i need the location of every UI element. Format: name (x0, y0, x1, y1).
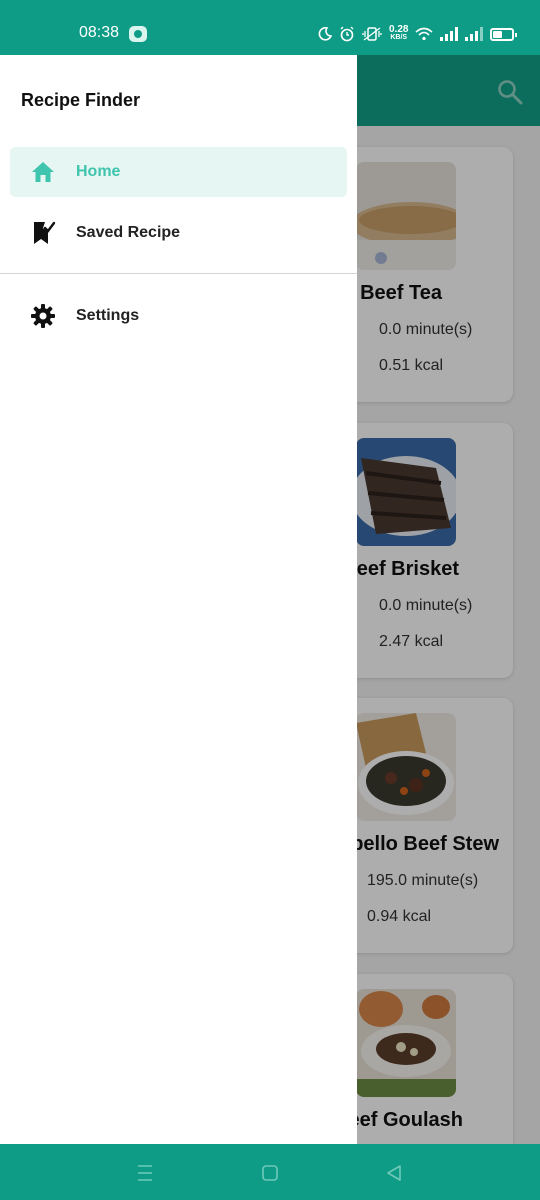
drawer-item-settings[interactable]: Settings (10, 291, 347, 341)
drawer-item-label: Saved Recipe (76, 224, 181, 241)
system-nav-bar (0, 1144, 540, 1200)
net-speed-value: 0.28 (389, 24, 409, 35)
status-icons: 0.28 KB/S (318, 22, 518, 46)
signal-icon (465, 27, 484, 41)
signal-icon (440, 27, 459, 41)
net-speed-unit: KB/S (390, 34, 408, 41)
drawer-item-label: Settings (76, 307, 140, 324)
gear-icon (31, 304, 55, 328)
home-icon (32, 162, 54, 182)
drawer-item-saved-recipe[interactable]: Saved Recipe (10, 208, 347, 258)
wifi-icon (415, 27, 433, 41)
drawer-title: Recipe Finder (21, 90, 141, 110)
chat-bubble-icon (129, 26, 147, 42)
bookmark-check-icon (34, 221, 56, 244)
drawer-divider (0, 273, 357, 274)
screen: 08:38 0.28 KB/S Beef Tea 0.0 minute(s) 0… (0, 0, 540, 1200)
navigation-drawer: Recipe Finder Home Saved Recipe Settings (0, 55, 357, 1144)
drawer-item-home[interactable]: Home (10, 147, 347, 197)
net-speed: 0.28 KB/S (389, 24, 409, 42)
moon-icon (318, 27, 332, 41)
drawer-item-label: Home (76, 163, 121, 180)
battery-icon (490, 27, 518, 41)
vibrate-icon (362, 27, 382, 41)
status-time: 08:38 (79, 24, 120, 41)
back-triangle-icon[interactable] (383, 1162, 405, 1184)
menu-lines-icon[interactable] (134, 1162, 156, 1184)
home-square-icon[interactable] (259, 1162, 281, 1184)
status-bar: 08:38 0.28 KB/S (0, 0, 540, 55)
alarm-icon (340, 26, 354, 42)
